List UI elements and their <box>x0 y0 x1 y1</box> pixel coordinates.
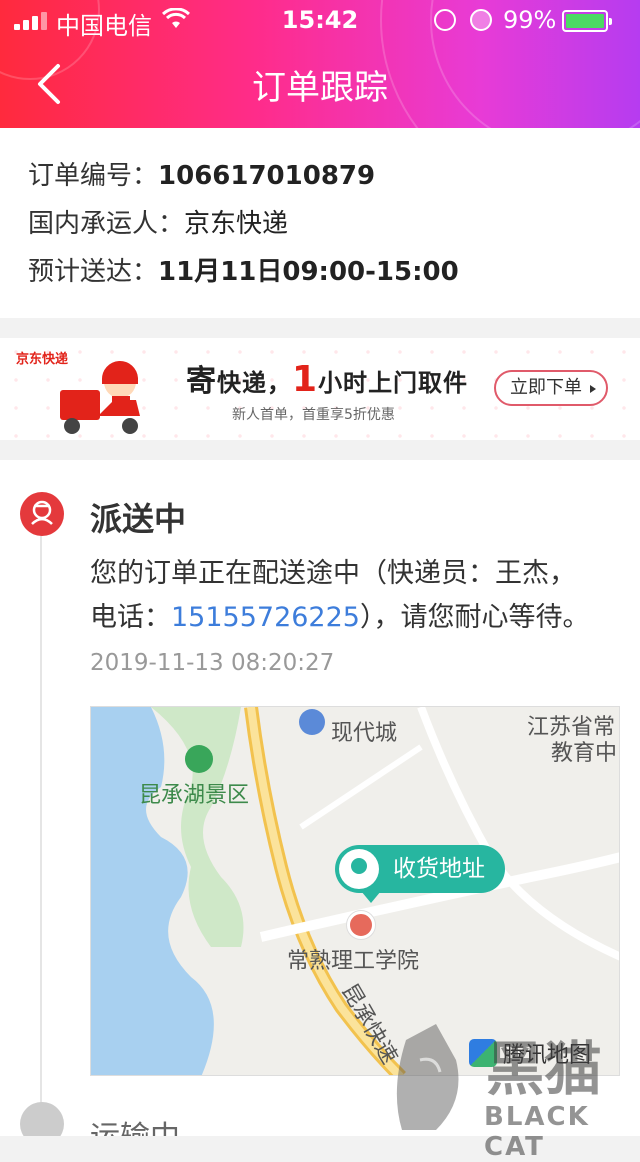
location-pin-icon <box>339 849 379 889</box>
watermark-en: BLACK CAT <box>484 1102 590 1162</box>
banner-subtitle: 新人首单，首重享5折优惠 <box>232 407 395 423</box>
battery-icon <box>562 10 612 32</box>
delivery-person-icon <box>20 492 64 536</box>
banner-headline-1: 寄 <box>186 364 217 399</box>
status-description: 您的订单正在配送途中（快递员：王杰，电话：15155726225），请您耐心等待… <box>90 552 600 640</box>
map-label-school: 常熟理工学院 <box>287 949 420 974</box>
courier-phone-link[interactable]: 15155726225 <box>171 602 360 633</box>
order-now-button[interactable]: 立即下单 <box>494 370 608 406</box>
battery-percent: 99% <box>503 6 557 34</box>
eta-row: 预计送达：11月11日09:00-15:00 <box>28 254 640 302</box>
banner-headline-3: 1 <box>292 359 319 400</box>
home-poi-icon <box>299 709 325 735</box>
status-description-text-end: ），请您耐心等待。 <box>359 602 590 633</box>
promo-banner[interactable]: 京东快递 寄快递，1小时上门取件 新人首单，首重享5折优惠 立即下单 <box>0 338 640 440</box>
banner-headline-5: 上门取件 <box>368 369 469 397</box>
map-label-city: 现代城 <box>331 721 398 746</box>
delivery-address-pin[interactable]: 收货地址 <box>335 845 505 903</box>
watermark-cn: 黑猫 <box>486 1035 603 1103</box>
banner-headline: 寄快递，1小时上门取件 <box>186 356 468 400</box>
current-status-title: 派送中 <box>90 500 187 538</box>
timeline-line <box>40 510 42 1130</box>
rotation-lock-icon <box>434 9 456 31</box>
status-bar: 中国电信 15:42 99% <box>0 0 640 40</box>
map-label-edu-line2: 教育中 <box>551 741 618 766</box>
order-number-row: 订单编号：106617010879 <box>28 158 640 206</box>
banner-headline-2: 快递， <box>217 369 292 397</box>
page-title: 订单跟踪 <box>252 68 388 108</box>
order-number-label: 订单编号： <box>28 161 159 191</box>
map-label-scenic: 昆承湖景区 <box>139 783 250 808</box>
scenic-poi-icon <box>185 745 213 773</box>
banner-headline-4: 小时 <box>318 369 369 397</box>
carrier-label: 国内承运人： <box>28 209 185 239</box>
status-timestamp: 2019-11-13 08:20:27 <box>90 650 335 676</box>
courier-illustration <box>60 360 140 434</box>
carrier-value: 京东快递 <box>184 209 289 239</box>
carrier-row: 国内承运人：京东快递 <box>28 206 640 254</box>
order-info-card: 订单编号：106617010879 国内承运人：京东快递 预计送达：11月11日… <box>0 128 640 318</box>
transport-icon <box>20 1102 64 1136</box>
check-marker-icon <box>347 911 375 939</box>
pin-label: 收货地址 <box>393 856 485 882</box>
alarm-icon <box>470 9 492 31</box>
top-header: 中国电信 15:42 99% 订单跟踪 <box>0 0 640 128</box>
eta-value: 11月11日09:00-15:00 <box>158 257 459 287</box>
order-number-value: 106617010879 <box>158 161 376 191</box>
eta-label: 预计送达： <box>28 257 159 287</box>
next-status-title: 运输中 <box>90 1112 180 1136</box>
